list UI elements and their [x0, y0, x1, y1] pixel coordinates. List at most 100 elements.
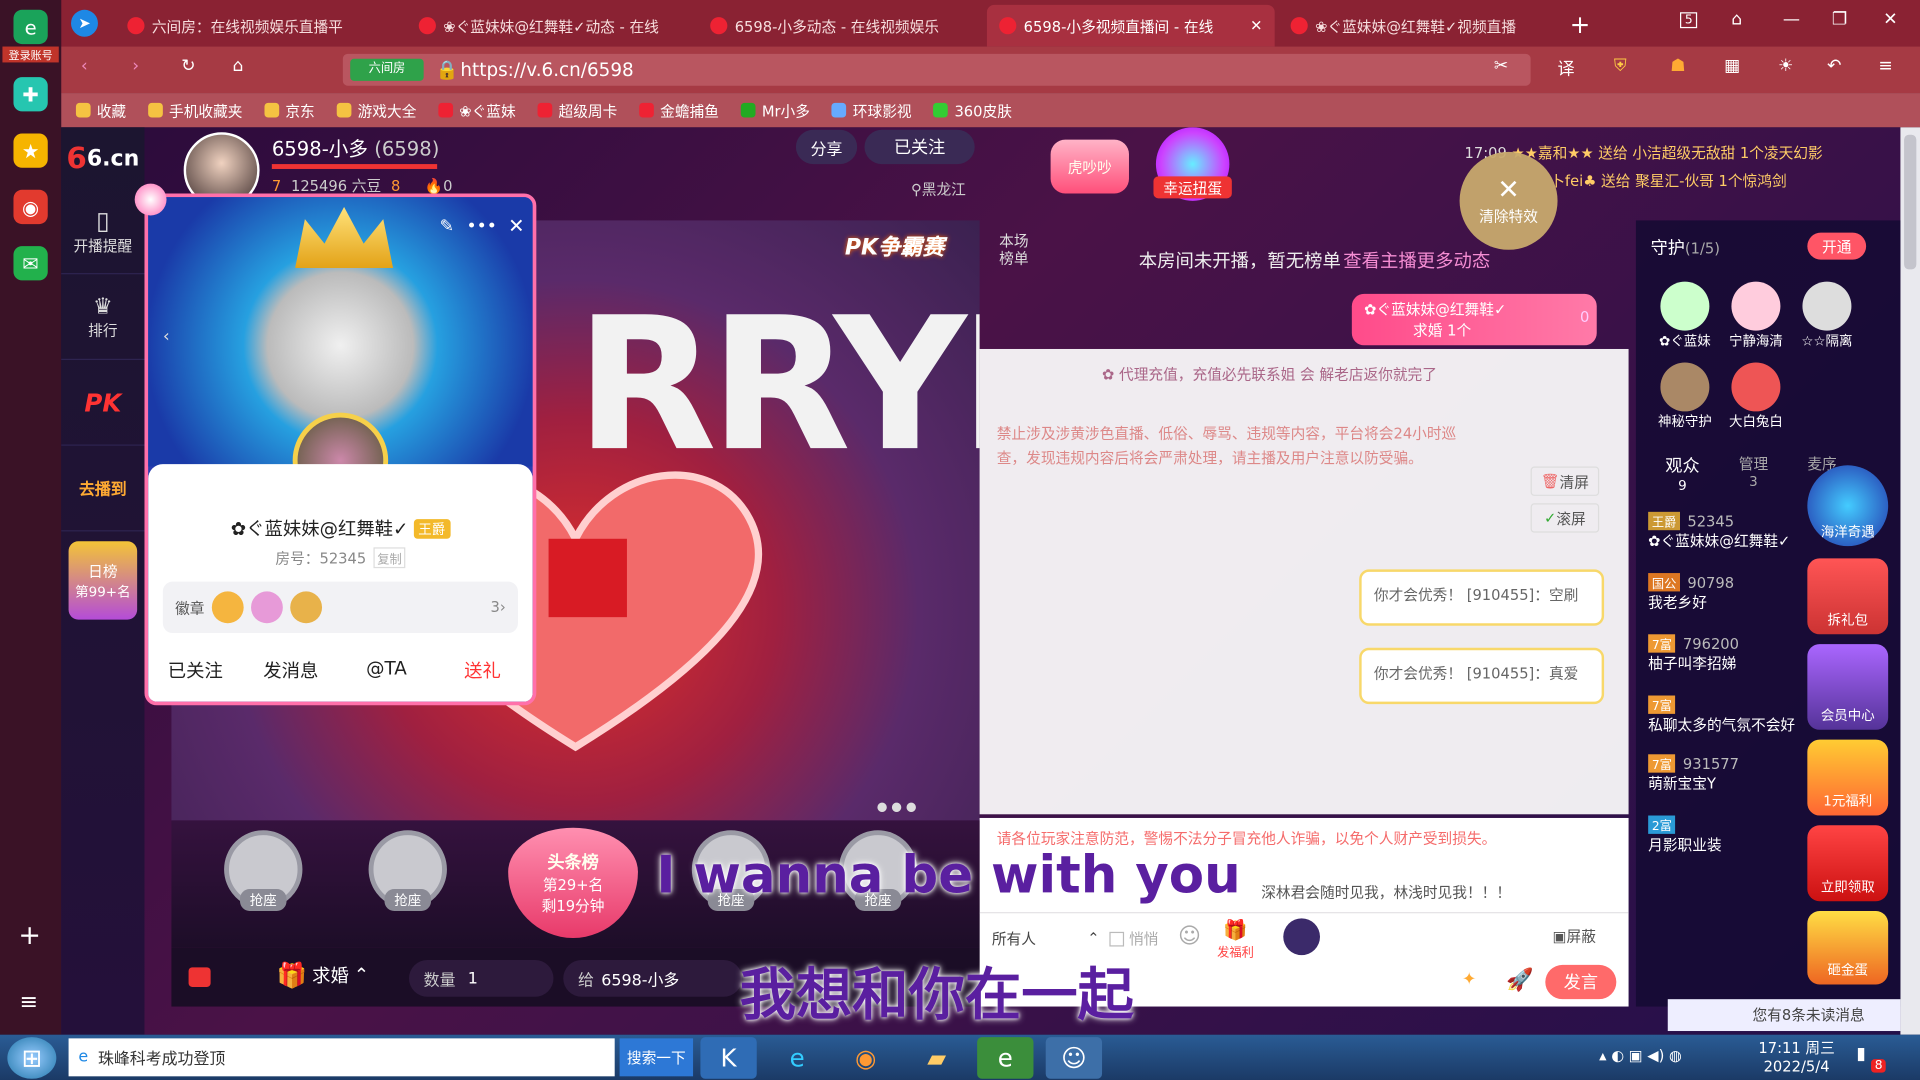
copy-room-button[interactable]: 复制	[373, 547, 406, 569]
headline-rank-badge[interactable]: 头条榜 第29+名 剩19分钟	[508, 827, 638, 938]
back-icon[interactable]: ‹	[81, 56, 88, 76]
promo-member[interactable]: 会员中心	[1807, 644, 1889, 730]
minimize-icon[interactable]: —	[1783, 10, 1800, 30]
edit-icon[interactable]: ✎	[440, 217, 454, 237]
kugou-icon[interactable]: K	[700, 1037, 757, 1079]
send-button[interactable]: 发言	[1545, 964, 1617, 1000]
viewer-row[interactable]: 2富 月影职业装	[1648, 815, 1805, 855]
game-icon[interactable]: ☗	[1670, 56, 1685, 76]
close-card-icon[interactable]: ✕	[508, 214, 524, 237]
viewer-row[interactable]: 7富 私聊太多的气氛不会好	[1648, 695, 1812, 735]
login-label[interactable]: 登录账号	[2, 46, 59, 63]
bookmark-item[interactable]: 金蟾捕鱼	[639, 100, 719, 121]
tab-1[interactable]: 六间房：在线视频娱乐直播平	[115, 5, 403, 47]
bag-icon[interactable]	[188, 967, 211, 987]
grab-seat-label[interactable]: 抢座	[240, 888, 287, 912]
guard-slot[interactable]: 大白兔白	[1722, 362, 1791, 431]
menu-icon[interactable]: ≡	[20, 989, 38, 1015]
url-text[interactable]: https://v.6.cn/6598	[460, 59, 633, 81]
tab-2[interactable]: ❀ぐ蓝妹妹@红舞鞋✓动态 - 在线	[407, 5, 695, 47]
clear-effects-button[interactable]: ✕ 清除特效	[1459, 151, 1558, 250]
whisper-toggle[interactable]: 悄悄	[1109, 928, 1158, 949]
carousel-dots[interactable]: ● ● ●	[877, 801, 917, 814]
sidebar-item-rank[interactable]: ♛ 排行	[61, 274, 145, 361]
more-icon[interactable]: •••	[467, 217, 497, 237]
bookmark-item[interactable]: 京东	[264, 100, 315, 121]
fuli-button[interactable]: 🎁 发福利	[1217, 918, 1254, 960]
translate-icon[interactable]: 译	[1558, 56, 1575, 80]
recipient-field[interactable]: 给 6598-小多	[563, 960, 743, 997]
bookmark-item[interactable]: 手机收藏夹	[148, 100, 242, 121]
whisper-checkbox[interactable]	[1109, 931, 1125, 946]
audience-select[interactable]: 所有人 ⌃	[992, 923, 1100, 952]
skin-icon[interactable]: ⌂	[1731, 10, 1742, 30]
tray-icons[interactable]: ▴ ◐ ▣ ◀) ◍	[1599, 1047, 1682, 1064]
bookmark-item[interactable]: 超级周卡	[537, 100, 617, 121]
promo-one-yuan[interactable]: 1元福利	[1807, 739, 1889, 816]
apps-icon[interactable]: ▦	[1724, 56, 1740, 76]
home-icon[interactable]: ⌂	[233, 56, 244, 76]
bookmark-item[interactable]: 360皮肤	[933, 100, 1012, 121]
close-window-icon[interactable]: ✕	[1883, 10, 1897, 30]
tab-viewers[interactable]: 观众 9	[1665, 453, 1699, 494]
badge-avatar-icon[interactable]	[1283, 918, 1321, 956]
brightness-icon[interactable]: ☀	[1778, 56, 1793, 76]
ie-taskbar-icon[interactable]: e	[769, 1037, 825, 1079]
taskbar-search-button[interactable]: 搜索一下	[619, 1038, 694, 1077]
seat-slot[interactable]: 抢座	[353, 830, 463, 938]
quantity-value[interactable]: 1	[468, 969, 478, 987]
guard-slot[interactable]: ✿ぐ蓝妹	[1651, 281, 1720, 351]
sidebar-item-live[interactable]: 去播到	[61, 446, 145, 532]
forward-icon[interactable]: ›	[132, 56, 139, 76]
maximize-icon[interactable]: ❐	[1832, 10, 1847, 30]
card-send-gift-button[interactable]: 送礼	[464, 658, 501, 684]
followed-button[interactable]: 已关注	[864, 129, 975, 165]
bookmark-item[interactable]: ❀ぐ蓝妹	[438, 100, 516, 121]
viewer-row[interactable]: 国公 90798 我老乡好	[1648, 573, 1805, 612]
page-scrollbar[interactable]	[1900, 127, 1920, 1035]
room-rank-label[interactable]: 本场 榜单	[999, 233, 1036, 267]
bookmark-item[interactable]: 环球影视	[831, 100, 912, 121]
sidebar-item-pk[interactable]: PK	[61, 360, 145, 446]
add-icon[interactable]: +	[18, 921, 41, 952]
browser-menu-icon[interactable]: ≡	[1878, 56, 1892, 76]
gift-select[interactable]: 🎁 求婚 ⌃	[277, 960, 369, 989]
viewer-row[interactable]: 7富 931577 萌新宝宝Y	[1648, 754, 1805, 793]
daily-rank-badge[interactable]: 日榜 第99+名	[68, 541, 138, 620]
viewer-row[interactable]: 王爵 52345 ✿ぐ蓝妹妹@红舞鞋✓	[1648, 511, 1805, 551]
app-icon[interactable]: ☺	[1045, 1037, 1103, 1079]
bookmark-item[interactable]: 收藏	[75, 100, 126, 121]
tab-5[interactable]: ❀ぐ蓝妹妹@红舞鞋✓视频直播	[1278, 5, 1566, 47]
open-guard-button[interactable]: 开通	[1807, 232, 1867, 260]
seat-slot[interactable]: 抢座	[208, 830, 318, 938]
window-count[interactable]: 5	[1680, 12, 1698, 29]
mail-icon[interactable]: ✉	[13, 246, 48, 281]
plugin-icon[interactable]: ✚	[13, 77, 48, 112]
proposal-banner[interactable]: ✿ぐ蓝妹妹@红舞鞋✓ 求婚 1个 0	[1351, 293, 1597, 346]
chrome-icon[interactable]: ◉	[838, 1037, 894, 1079]
guard-slot[interactable]: 神秘守护	[1651, 362, 1720, 431]
hupaopao-banner[interactable]: 虎吵吵	[1050, 139, 1129, 194]
weibo-icon[interactable]: ◉	[13, 189, 48, 225]
promo-gift-pack[interactable]: 拆礼包	[1807, 558, 1889, 635]
sidebar-item-remind[interactable]: ▯ 开播提醒	[61, 189, 145, 275]
share-button[interactable]: 分享	[795, 129, 858, 165]
grab-seat-label[interactable]: 抢座	[384, 888, 432, 912]
promo-ocean[interactable]: 海洋奇遇	[1807, 465, 1889, 547]
shield-button[interactable]: ▣ 屏蔽	[1553, 926, 1596, 947]
360-browser-icon[interactable]: e	[977, 1037, 1034, 1079]
tab-3[interactable]: 6598-小多动态 - 在线视频娱乐	[698, 5, 986, 47]
bookmark-item[interactable]: 游戏大全	[336, 100, 416, 121]
browser-logo-icon[interactable]: e	[13, 9, 48, 45]
promo-claim[interactable]: 立即领取	[1807, 825, 1889, 902]
undo-icon[interactable]: ↶	[1827, 56, 1841, 76]
rocket-icon[interactable]: 🚀	[1506, 967, 1533, 993]
site-logo[interactable]: 6 6.cn	[61, 127, 144, 188]
navigate-icon[interactable]: ➤	[71, 9, 98, 37]
medal-row[interactable]: 徽章 3 ›	[162, 581, 518, 634]
card-mention-button[interactable]: @TA	[366, 658, 407, 680]
promo-golden-egg[interactable]: 砸金蛋	[1807, 911, 1889, 985]
fan-icon[interactable]: ✦	[1462, 970, 1476, 990]
folder-icon[interactable]: ▰	[909, 1037, 965, 1079]
emoji-icon[interactable]: ☺	[1178, 923, 1201, 949]
